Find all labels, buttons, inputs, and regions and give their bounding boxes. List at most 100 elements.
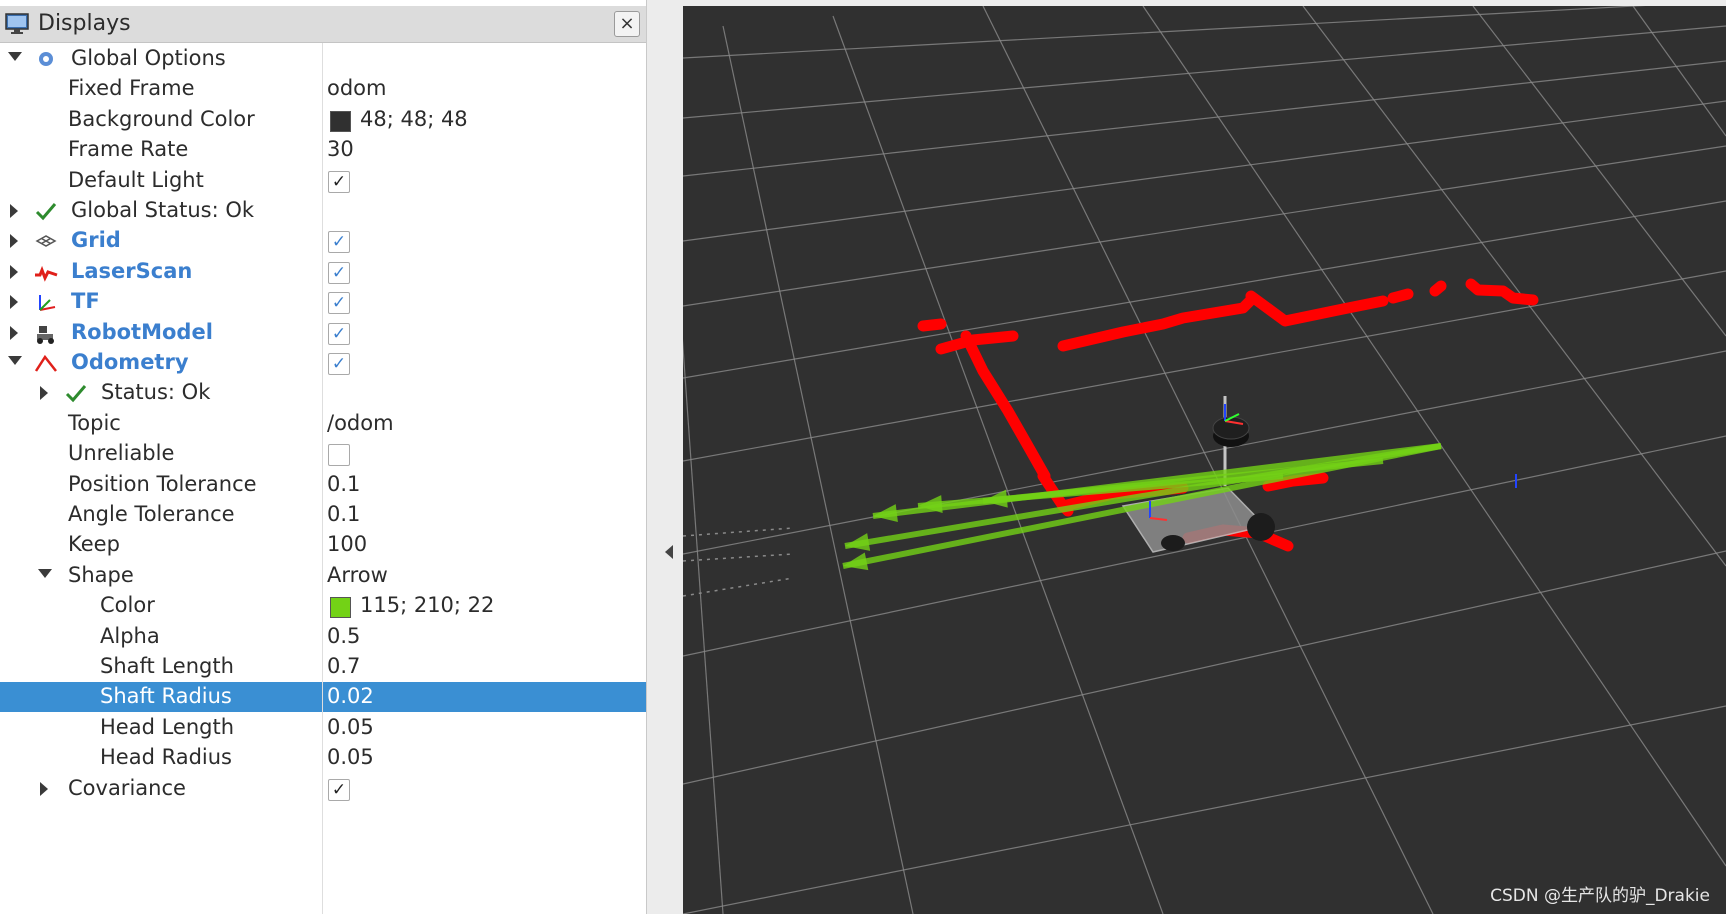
close-button[interactable]: ×: [614, 11, 640, 37]
tree-row-status-ok[interactable]: Status: Ok: [0, 378, 646, 408]
color-swatch[interactable]: [330, 597, 351, 619]
tree-row-default-light[interactable]: Default Light ✓: [0, 166, 646, 196]
expand-arrow-icon[interactable]: [10, 234, 18, 249]
column-divider: [322, 43, 323, 914]
expand-arrow-icon[interactable]: [10, 264, 18, 279]
tree-row-fixed-frame[interactable]: Fixed Frame odom: [0, 74, 646, 104]
tree-row-topic[interactable]: Topic/odom: [0, 409, 646, 439]
collapse-arrow-icon[interactable]: [38, 568, 52, 578]
row-label: Status: Ok: [101, 380, 211, 405]
monitor-icon: [5, 13, 29, 34]
odometry-icon: [34, 354, 57, 372]
tree-row-global-status-ok[interactable]: Global Status: Ok: [0, 196, 646, 226]
tree-row-alpha[interactable]: Alpha 0.5: [0, 622, 646, 652]
tree-row-covariance[interactable]: Covariance ✓: [0, 774, 646, 804]
checkbox[interactable]: ✓: [328, 322, 350, 345]
collapse-left-icon[interactable]: [665, 545, 673, 559]
tree-row-unreliable[interactable]: Unreliable: [0, 439, 646, 469]
tree-row-head-radius[interactable]: Head Radius 0.05: [0, 743, 646, 773]
row-label: RobotModel: [71, 319, 213, 344]
row-label: Grid: [71, 228, 121, 253]
checkbox[interactable]: ✓: [328, 292, 350, 315]
tree-row-angle-tolerance[interactable]: Angle Tolerance 0.1: [0, 500, 646, 530]
tree-row-tf[interactable]: TF ✓: [0, 287, 646, 317]
tree-row-robotmodel[interactable]: RobotModel ✓: [0, 318, 646, 348]
row-value[interactable]: odom: [327, 76, 386, 100]
checkbox[interactable]: ✓: [328, 231, 350, 254]
row-label: Topic: [68, 410, 121, 435]
tree-row-shape[interactable]: Shape Arrow: [0, 561, 646, 591]
tree-row-shaft-radius[interactable]: Shaft Radius 0.02: [0, 682, 646, 713]
row-label: Shaft Length: [100, 654, 234, 678]
panel-title: Displays: [38, 11, 131, 36]
row-label: Covariance: [68, 775, 186, 800]
row-value[interactable]: 0.02: [327, 684, 374, 708]
row-label: TF: [71, 289, 100, 314]
row-value[interactable]: 30: [327, 137, 354, 161]
checkbox[interactable]: ✓: [328, 170, 350, 193]
tree-row-head-length[interactable]: Head Length 0.05: [0, 713, 646, 743]
3d-viewport[interactable]: CSDN @生产队的驴_Drakie: [683, 6, 1726, 914]
checkbox[interactable]: ✓: [328, 261, 350, 284]
checkbox[interactable]: [328, 444, 350, 467]
checkbox[interactable]: ✓: [328, 353, 350, 375]
row-label: Keep: [68, 532, 120, 557]
expand-arrow-icon[interactable]: [10, 325, 18, 340]
grid-lines: [683, 6, 1726, 914]
tree-row-odometry[interactable]: Odometry ✓: [0, 348, 646, 378]
displays-titlebar: Displays ×: [0, 6, 646, 43]
tree-row-shaft-length[interactable]: Shaft Length 0.7: [0, 652, 646, 682]
tree-row-laserscan[interactable]: LaserScan ✓: [0, 257, 646, 287]
check-icon: [65, 385, 87, 403]
collapse-arrow-icon[interactable]: [8, 356, 22, 365]
collapse-arrow-icon[interactable]: [8, 52, 22, 61]
row-label: Global Options: [71, 46, 226, 70]
row-value[interactable]: 0.7: [327, 654, 360, 678]
row-value[interactable]: /odom: [327, 411, 394, 435]
expand-arrow-icon[interactable]: [10, 204, 18, 218]
row-label: Position Tolerance: [68, 471, 257, 496]
row-label: Head Radius: [100, 745, 232, 770]
displays-panel: Displays × Global Options Fixed Frame odom…: [0, 0, 647, 914]
row-label: Fixed Frame: [68, 76, 195, 101]
tree-row-position-tolerance[interactable]: Position Tolerance 0.1: [0, 470, 646, 500]
row-value[interactable]: 0.05: [327, 715, 374, 739]
row-label: Global Status: Ok: [71, 198, 255, 222]
close-icon: ×: [619, 13, 635, 34]
check-icon: [35, 203, 57, 221]
scene-canvas[interactable]: [683, 6, 1726, 914]
checkbox[interactable]: ✓: [328, 778, 350, 801]
row-label: Shape: [68, 562, 134, 587]
row-value[interactable]: 115; 210; 22: [360, 593, 494, 617]
tree-row-color[interactable]: Color 115; 210; 22: [0, 591, 646, 621]
tree-row-background-color[interactable]: Background Color 48; 48; 48: [0, 105, 646, 135]
tree-row-keep[interactable]: Keep 100: [0, 530, 646, 560]
panel-splitter[interactable]: [647, 0, 683, 914]
row-value[interactable]: 0.5: [327, 624, 360, 648]
tree-row-global-options[interactable]: Global Options: [0, 44, 646, 74]
expand-arrow-icon[interactable]: [40, 781, 48, 796]
row-label: Shaft Radius: [100, 684, 232, 709]
robot-model-icon: [37, 325, 54, 344]
row-value[interactable]: 100: [327, 532, 367, 556]
gear-icon: [39, 52, 53, 66]
laserscan-icon: [35, 265, 58, 282]
expand-arrow-icon[interactable]: [40, 386, 48, 401]
row-label: Color: [100, 593, 155, 618]
watermark: CSDN @生产队的驴_Drakie: [1490, 886, 1710, 906]
tree-row-grid[interactable]: Grid ✓: [0, 226, 646, 256]
row-label: Background Color: [68, 106, 255, 131]
row-value[interactable]: Arrow: [327, 563, 388, 587]
row-label: Default Light: [68, 167, 204, 192]
expand-arrow-icon[interactable]: [10, 295, 18, 310]
row-label: Head Length: [100, 714, 235, 739]
row-value[interactable]: 0.1: [327, 472, 360, 496]
row-value[interactable]: 0.1: [327, 502, 360, 526]
row-value[interactable]: 48; 48; 48: [360, 107, 468, 131]
tree-row-frame-rate[interactable]: Frame Rate 30: [0, 135, 646, 165]
row-label: LaserScan: [71, 258, 193, 283]
row-label: Frame Rate: [68, 137, 189, 162]
row-value[interactable]: 0.05: [327, 745, 374, 769]
color-swatch[interactable]: [330, 110, 351, 132]
odometry-arrows: [683, 443, 1442, 597]
